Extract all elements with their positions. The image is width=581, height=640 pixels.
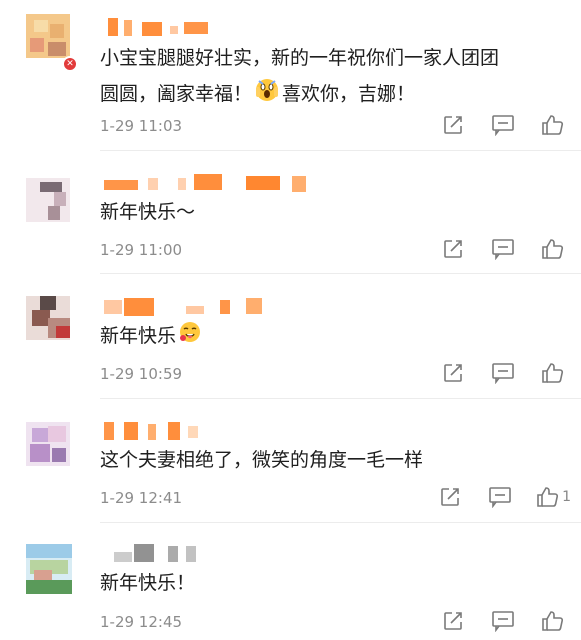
like-button[interactable]: 1 [536,485,571,509]
comment-text: 新年快乐～ [100,201,196,223]
comment-icon [489,487,511,508]
yum-emoji-icon [178,320,202,353]
like-count: 1 [562,489,571,505]
like-icon [542,611,564,631]
username-blurred[interactable] [100,542,210,564]
share-button[interactable] [439,361,467,385]
share-icon [444,612,462,630]
timestamp: 1-29 12:45 [100,613,183,631]
timestamp: 1-29 12:41 [100,489,183,507]
share-icon [444,116,462,134]
timestamp: 1-29 11:03 [100,117,183,135]
divider [100,273,581,274]
comment-button[interactable] [489,609,517,633]
comment-button[interactable] [489,361,517,385]
comment-text: 圆圆，阖家幸福！ 喜欢你，吉娜！ [100,77,415,112]
verified-badge-icon: ✕ [62,56,78,72]
username-blurred[interactable] [100,420,210,442]
comment-icon [492,239,514,260]
share-button[interactable] [439,113,467,137]
scream-emoji-icon [254,77,280,112]
like-icon [537,487,559,507]
comment-button[interactable] [486,485,514,509]
like-icon [542,363,564,383]
comment-text-line1: 小宝宝腿腿好壮实，新的一年祝你们一家人团团 [100,47,500,69]
share-button[interactable] [439,237,467,261]
like-button[interactable] [539,237,567,261]
divider [100,150,581,151]
comment-icon [492,611,514,632]
username-blurred[interactable] [100,16,220,38]
action-bar [439,361,567,385]
avatar[interactable] [26,544,72,594]
share-button[interactable] [436,485,464,509]
comment-text: 小宝宝腿腿好壮实，新的一年祝你们一家人团团 [100,43,499,73]
action-bar [439,237,567,261]
divider [100,398,581,399]
comment-text: 新年快乐 [100,320,204,353]
share-button[interactable] [439,609,467,633]
share-icon [444,364,462,382]
timestamp: 1-29 11:00 [100,241,183,259]
like-button[interactable] [539,609,567,633]
avatar[interactable] [26,14,70,58]
comment-button[interactable] [489,237,517,261]
comment-button[interactable] [489,113,517,137]
like-icon [542,115,564,135]
share-icon [444,240,462,258]
action-bar: 1 [436,485,571,509]
comment-text: 新年快乐！ [100,572,196,594]
avatar[interactable] [26,178,70,222]
like-icon [542,239,564,259]
action-bar [439,609,567,633]
comment-text-line2b: 喜欢你，吉娜！ [282,83,416,105]
comment-icon [492,363,514,384]
action-bar [439,113,567,137]
comment-text: 这个夫妻相绝了，微笑的角度一毛一样 [100,449,424,471]
share-icon [441,488,459,506]
comment-text-line1: 新年快乐 [100,325,177,347]
avatar[interactable] [26,422,70,466]
username-blurred[interactable] [100,296,280,318]
divider [100,522,581,523]
timestamp: 1-29 10:59 [100,365,183,383]
username-blurred[interactable] [100,172,320,194]
avatar[interactable] [26,296,70,340]
comment-icon [492,115,514,136]
comment-text-line2a: 圆圆，阖家幸福！ [100,83,253,105]
like-button[interactable] [539,361,567,385]
like-button[interactable] [539,113,567,137]
